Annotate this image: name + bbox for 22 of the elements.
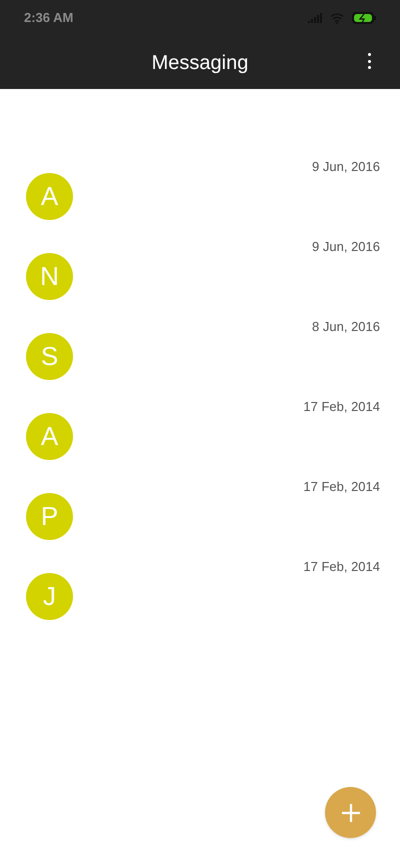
message-date: 8 Jun, 2016 bbox=[312, 318, 380, 336]
contact-avatar: J bbox=[26, 573, 73, 620]
app-title: Messaging bbox=[152, 50, 248, 76]
message-date: 17 Feb, 2014 bbox=[303, 398, 380, 416]
contact-avatar: A bbox=[26, 413, 73, 460]
conversation-item[interactable]: P 17 Feb, 2014 bbox=[0, 477, 400, 557]
message-date: 17 Feb, 2014 bbox=[303, 558, 380, 576]
plus-icon bbox=[340, 802, 360, 822]
conversation-item[interactable]: A 9 Jun, 2016 bbox=[0, 157, 400, 237]
contact-avatar: N bbox=[26, 253, 73, 300]
message-date: 17 Feb, 2014 bbox=[303, 478, 380, 496]
status-time: 2:36 AM bbox=[24, 9, 74, 28]
battery-icon bbox=[352, 12, 376, 24]
contact-avatar: A bbox=[26, 173, 73, 220]
message-date: 9 Jun, 2016 bbox=[312, 238, 380, 256]
conversation-item[interactable]: A 17 Feb, 2014 bbox=[0, 397, 400, 477]
message-date: 9 Jun, 2016 bbox=[312, 158, 380, 176]
conversation-item[interactable]: N 9 Jun, 2016 bbox=[0, 237, 400, 317]
conversation-item[interactable]: S 8 Jun, 2016 bbox=[0, 317, 400, 397]
conversation-item[interactable]: J 17 Feb, 2014 bbox=[0, 557, 400, 637]
contact-avatar: S bbox=[26, 333, 73, 380]
contact-avatar: P bbox=[26, 493, 73, 540]
